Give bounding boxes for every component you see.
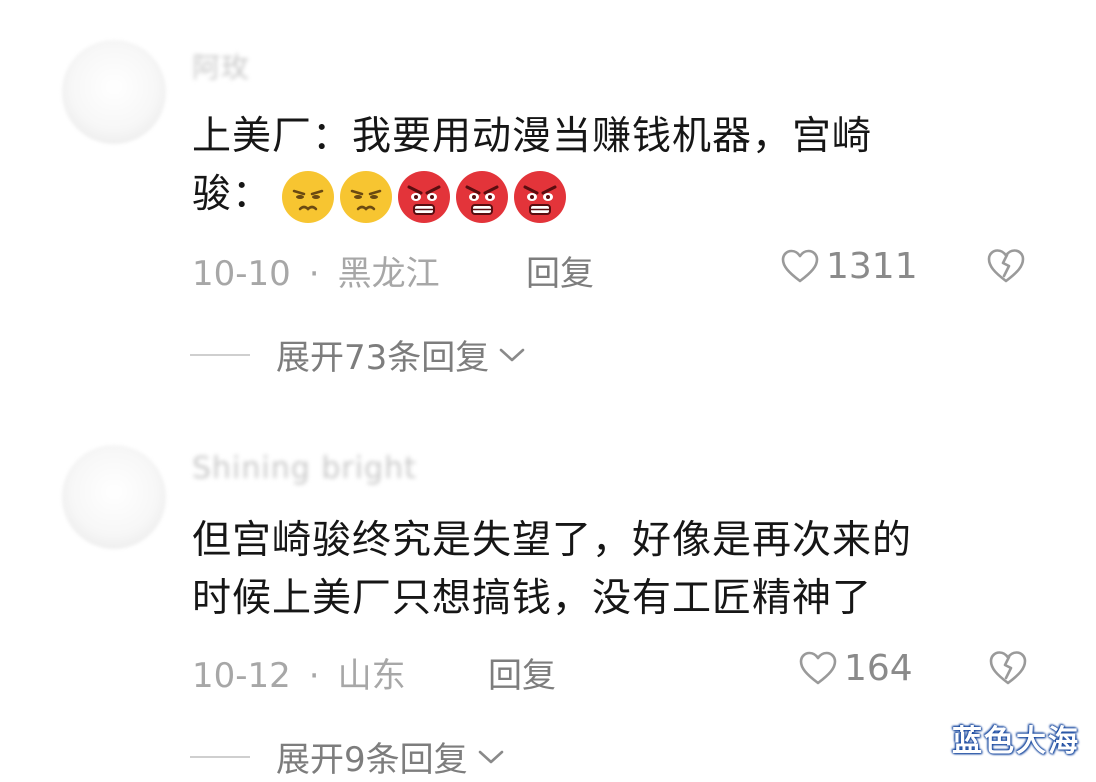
comment-text-line: 时候上美厂只想搞钱，没有工匠精神了 <box>192 576 873 621</box>
comment-text-line: 骏： <box>192 172 273 217</box>
comment-text-line: 上美厂：我要用动漫当赚钱机器，宫崎 <box>192 114 873 159</box>
comment-location: 黑龙江 <box>337 254 440 294</box>
divider-dash <box>190 353 250 356</box>
username[interactable]: 阿玫 <box>192 46 250 86</box>
username[interactable]: Shining bright <box>192 451 417 486</box>
avatar[interactable] <box>62 445 166 549</box>
smirk-emoji <box>282 170 335 223</box>
meta-separator: · <box>308 254 320 294</box>
broken-heart-icon[interactable] <box>987 648 1029 688</box>
comment-text-line: 但宫崎骏终究是失望了，好像是再次来的 <box>192 518 913 563</box>
comment-date: 10-12 <box>192 656 291 696</box>
comment-meta: 10-10 · 黑龙江 <box>192 246 440 295</box>
angry-emoji <box>398 170 451 223</box>
expand-replies-button[interactable]: 展开9条回复 <box>190 732 506 781</box>
like-count: 1311 <box>826 246 918 287</box>
divider-dash <box>190 755 250 758</box>
angry-emoji <box>456 170 509 223</box>
reply-button[interactable]: 回复 <box>488 648 556 697</box>
broken-heart-icon[interactable] <box>985 246 1027 286</box>
heart-outline-icon <box>781 249 819 282</box>
smirk-emoji <box>340 170 393 223</box>
angry-emoji <box>514 170 567 223</box>
chevron-down-icon <box>499 348 525 361</box>
comment-meta: 10-12 · 山东 <box>192 648 406 697</box>
expand-replies-button[interactable]: 展开73条回复 <box>190 330 527 379</box>
comment-date: 10-10 <box>192 254 291 294</box>
like-button[interactable]: 1311 <box>780 246 918 287</box>
watermark: 蓝色大海 <box>952 724 1080 759</box>
heart-outline-icon <box>799 651 837 684</box>
expand-replies-label: 展开9条回复 <box>276 740 468 780</box>
like-button[interactable]: 164 <box>798 648 913 689</box>
avatar[interactable] <box>62 40 166 144</box>
reply-button[interactable]: 回复 <box>526 246 594 295</box>
meta-separator: · <box>308 656 320 696</box>
emoji-row <box>280 169 568 225</box>
comment-text: 上美厂：我要用动漫当赚钱机器，宫崎 骏： <box>192 108 872 225</box>
comment-location: 山东 <box>337 656 406 696</box>
chevron-down-icon <box>478 750 503 763</box>
comment-text: 但宫崎骏终究是失望了，好像是再次来的 时候上美厂只想搞钱，没有工匠精神了 <box>192 512 912 628</box>
comment-text-line-with-emojis: 骏： <box>192 166 872 225</box>
expand-replies-label: 展开73条回复 <box>276 338 490 378</box>
like-count: 164 <box>844 648 913 689</box>
